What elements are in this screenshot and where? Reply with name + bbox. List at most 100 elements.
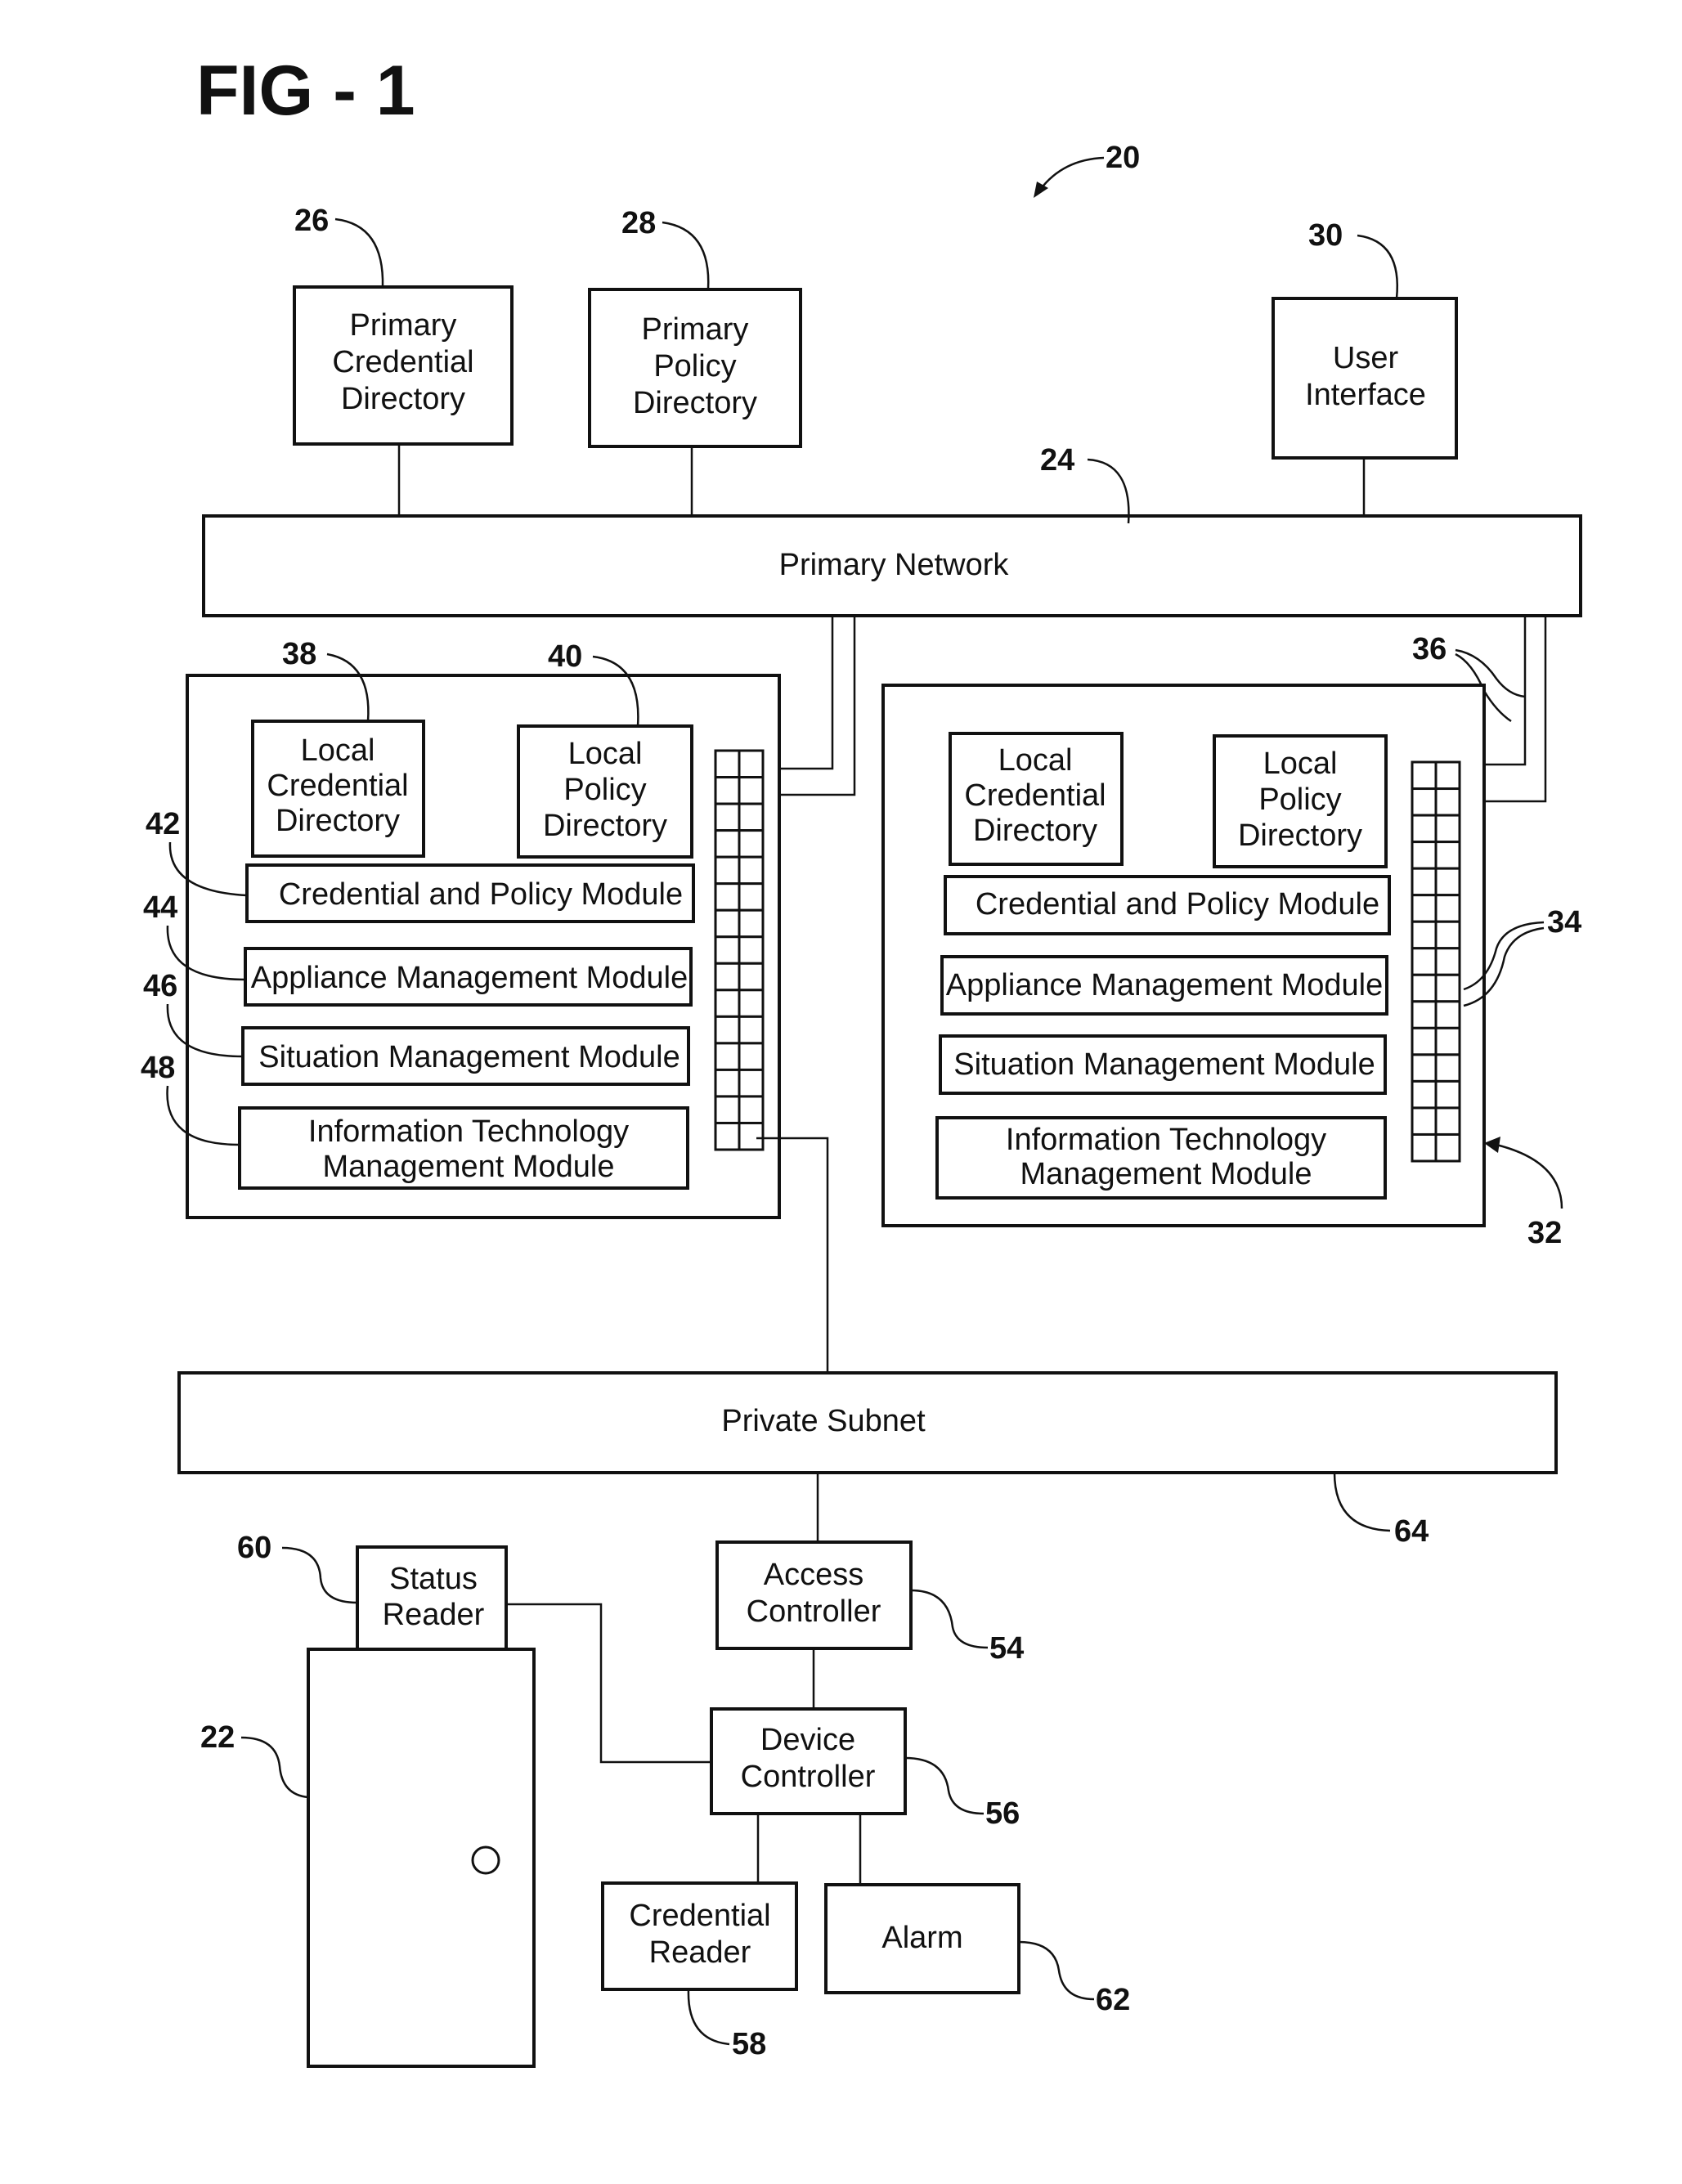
network-port [738,1121,765,1151]
svg-text:Controller: Controller [741,1760,876,1794]
network-port [738,882,765,912]
svg-text:Local: Local [998,743,1073,778]
ref-46: 46 [143,969,177,1003]
svg-text:Policy: Policy [563,773,646,807]
arrow-head-icon [1484,1137,1500,1153]
network-port [738,935,765,965]
ref-20: 20 [1106,141,1140,175]
svg-text:Private Subnet: Private Subnet [721,1404,926,1438]
network-port [1434,920,1461,950]
network-port [714,962,741,992]
network-port [714,989,741,1018]
ref-62: 62 [1096,1983,1130,2017]
network-port [1411,1000,1438,1029]
svg-text:Reader: Reader [383,1598,485,1632]
private-subnet: Private Subnet [177,1371,1558,1474]
leader-62 [1018,1940,1095,2001]
network-port [1434,760,1461,791]
leader-24 [1087,458,1130,524]
leader-56 [904,1756,985,1815]
network-port [1434,841,1461,870]
svg-text:Credential: Credential [267,769,408,803]
network-port [714,802,741,832]
svg-text:Directory: Directory [633,386,757,420]
network-port [714,1121,741,1151]
leader-30 [1357,234,1399,299]
ref-40: 40 [548,639,582,674]
network-port [1434,947,1461,976]
leader-58 [687,1989,730,2046]
ref-42: 42 [146,807,180,841]
network-port [738,1015,765,1045]
svg-text:Directory: Directory [276,804,400,838]
patent-figure: FIG - 1 20 Primary Credential Directory … [141,52,1582,2068]
svg-text:Directory: Directory [543,809,667,843]
network-port [1434,867,1461,897]
svg-text:Credential: Credential [629,1899,770,1933]
network-port [714,776,741,805]
network-port [714,908,741,939]
network-port [738,802,765,832]
svg-text:Credential and Policy Module: Credential and Policy Module [976,887,1379,922]
svg-text:Policy: Policy [653,349,736,383]
network-port [714,1042,741,1071]
device-controller: Device Controller [710,1707,907,1815]
ref-30: 30 [1308,218,1343,253]
leader-22 [240,1736,309,1799]
network-port [1411,1053,1438,1083]
system-arrow [1039,156,1105,191]
ref-28: 28 [621,206,656,240]
status-reader: Status Reader [356,1545,508,1651]
network-port [1434,973,1461,1003]
svg-text:Credential: Credential [332,345,473,379]
network-port [738,776,765,805]
network-port [1411,760,1438,791]
svg-text:Directory: Directory [1238,818,1362,853]
access-controller: Access Controller [715,1540,913,1650]
svg-text:Credential and Policy Module: Credential and Policy Module [279,877,683,912]
leader-28 [662,221,710,290]
ref-58: 58 [732,2027,766,2061]
network-port [1411,841,1438,870]
ref-56: 56 [985,1796,1020,1831]
network-port [1411,920,1438,950]
leader-32 [1496,1143,1563,1209]
svg-text:Local: Local [1263,747,1338,781]
svg-text:Credential: Credential [964,778,1106,813]
network-port [714,1068,741,1098]
network-port [714,829,741,859]
network-port [1434,814,1461,844]
network-port [1411,894,1438,923]
ref-36: 36 [1412,632,1447,666]
leader-54 [910,1589,989,1649]
port-grid [1411,760,1461,1163]
primary-network: Primary Network [202,514,1582,617]
ref-48: 48 [141,1051,175,1085]
svg-text:Information Technology: Information Technology [308,1114,629,1149]
svg-text:Controller: Controller [747,1594,881,1629]
primary-credential-directory: Primary Credential Directory [293,285,514,446]
svg-text:Interface: Interface [1305,378,1426,412]
ref-32: 32 [1527,1216,1562,1250]
svg-text:Policy: Policy [1258,783,1341,817]
ref-24: 24 [1040,443,1074,478]
network-port [738,829,765,859]
network-port [1411,973,1438,1003]
network-port [1434,1132,1461,1163]
svg-text:Local: Local [568,737,643,771]
network-port [1411,947,1438,976]
network-port [1434,1000,1461,1029]
ref-64: 64 [1394,1514,1429,1549]
appliance-right: Local Credential Directory Local Policy … [881,684,1486,1227]
leader-60 [281,1546,358,1604]
credential-reader: Credential Reader [601,1881,798,1991]
network-port [1411,1026,1438,1056]
svg-text:Reader: Reader [649,1935,751,1970]
appliance-left: Local Credential Directory Local Policy … [186,674,781,1219]
link-status-device [506,1603,711,1764]
network-port [738,749,765,779]
alarm: Alarm [824,1883,1020,1994]
svg-text:Directory: Directory [341,382,465,416]
network-port [1434,1053,1461,1083]
network-port [714,1015,741,1045]
